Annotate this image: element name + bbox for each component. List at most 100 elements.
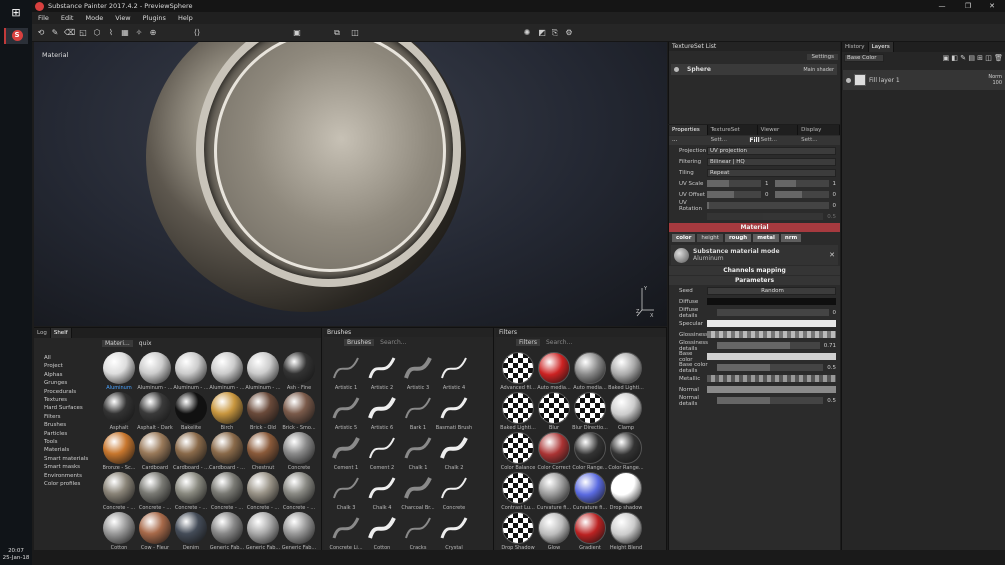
shelf-category-item[interactable]: Smart masks <box>44 463 94 471</box>
shelf-category-item[interactable]: Alphas <box>44 371 94 379</box>
textureset-shader[interactable]: Main shader <box>803 67 834 73</box>
filters-tag[interactable]: Filters <box>516 338 540 346</box>
layer-item[interactable]: Fill layer 1 Norm 100 <box>843 70 1005 90</box>
filter-thumb[interactable] <box>502 392 534 424</box>
shelf-thumb[interactable] <box>283 512 315 544</box>
normal-details-value[interactable]: 0.5 <box>827 398 836 404</box>
shelf-thumb[interactable] <box>283 432 315 464</box>
shelf-category-item[interactable]: Project <box>44 362 94 370</box>
diffuse-details-value[interactable]: 0 <box>833 310 837 316</box>
polygon-fill-icon[interactable]: ▦ <box>120 28 130 38</box>
textureset-settings-button[interactable]: Settings <box>807 53 838 60</box>
projection-select[interactable]: UV projection <box>707 146 836 155</box>
basecolor-details-slider[interactable] <box>717 364 824 371</box>
shelf-thumb[interactable] <box>283 472 315 504</box>
shelf-thumb[interactable] <box>139 472 171 504</box>
projection-icon[interactable]: ◱ <box>78 28 88 38</box>
shelf-thumb[interactable] <box>103 352 135 384</box>
metallic-map-swatch[interactable] <box>707 375 836 382</box>
shelf-category-item[interactable]: All <box>44 354 94 362</box>
channel-height-button[interactable]: height <box>697 234 723 242</box>
windows-start-icon[interactable]: ⊞ <box>8 6 24 20</box>
channel-color-button[interactable]: color <box>672 234 696 242</box>
shelf-filter-tag[interactable]: Materi... <box>102 339 133 347</box>
material-section-header[interactable]: Material <box>669 223 840 232</box>
uvscale-slider-2[interactable] <box>774 180 829 187</box>
filter-thumb[interactable] <box>574 432 606 464</box>
diffuse-details-slider[interactable] <box>717 309 829 316</box>
shelf-category-item[interactable]: Filters <box>44 413 94 421</box>
shelf-category-item[interactable]: Particles <box>44 430 94 438</box>
menu-file[interactable]: File <box>32 14 55 22</box>
uvrotation-slider[interactable] <box>707 202 829 209</box>
brush-thumb[interactable] <box>366 392 398 424</box>
brushes-tag[interactable]: Brushes <box>344 338 375 346</box>
shelf-thumb[interactable] <box>175 512 207 544</box>
shelf-category-item[interactable]: Brushes <box>44 421 94 429</box>
brush-thumb[interactable] <box>438 392 470 424</box>
menu-help[interactable]: Help <box>172 14 199 22</box>
brush-thumb[interactable] <box>402 352 434 384</box>
shelf-thumb[interactable] <box>103 512 135 544</box>
channel-rough-button[interactable]: rough <box>724 234 752 242</box>
shelf-thumb[interactable] <box>139 392 171 424</box>
uvscale-value-2[interactable]: 1 <box>833 181 837 187</box>
normal-details-slider[interactable] <box>717 397 824 404</box>
clone-icon[interactable]: ⊕ <box>148 28 158 38</box>
maximize-icon[interactable]: ❐ <box>955 0 981 12</box>
camera-icon[interactable]: ▣ <box>292 28 302 38</box>
picker-icon[interactable]: ✧ <box>134 28 144 38</box>
filter-thumb[interactable] <box>574 352 606 384</box>
filter-thumb[interactable] <box>538 392 570 424</box>
brush-thumb[interactable] <box>366 432 398 464</box>
shelf-thumb[interactable] <box>175 472 207 504</box>
taskbar-app-substance[interactable]: S <box>4 28 28 44</box>
brush-thumb[interactable] <box>366 472 398 504</box>
filter-thumb[interactable] <box>574 472 606 504</box>
filtering-select[interactable]: Bilinear | HQ <box>707 157 836 166</box>
filter-thumb[interactable] <box>538 432 570 464</box>
textureset-item[interactable]: Sphere Main shader <box>671 64 837 75</box>
shelf-thumb[interactable] <box>139 512 171 544</box>
menu-mode[interactable]: Mode <box>79 14 109 22</box>
shelf-thumb[interactable] <box>139 432 171 464</box>
shelf-thumb[interactable] <box>247 352 279 384</box>
shelf-thumb[interactable] <box>175 432 207 464</box>
settings-gear-icon[interactable]: ⚙ <box>564 28 574 38</box>
close-material-icon[interactable]: ✕ <box>829 251 835 259</box>
shelf-category-item[interactable]: Tools <box>44 438 94 446</box>
brush-thumb[interactable] <box>402 432 434 464</box>
screenshot-icon[interactable]: ◩ <box>537 28 547 38</box>
parameters-header[interactable]: Parameters <box>669 276 840 285</box>
tab-properties[interactable]: Properties ... <box>669 125 708 143</box>
glossiness-details-slider[interactable] <box>717 342 820 349</box>
shelf-thumb[interactable] <box>103 392 135 424</box>
visibility-icon[interactable] <box>674 67 679 72</box>
filter-thumb[interactable] <box>538 512 570 544</box>
filter-thumb[interactable] <box>538 472 570 504</box>
filter-thumb[interactable] <box>502 432 534 464</box>
minimize-icon[interactable]: — <box>929 0 955 12</box>
uvoffset-value-1[interactable]: 0 <box>765 192 769 198</box>
channel-select[interactable]: Base Color <box>844 54 884 62</box>
basecolor-details-value[interactable]: 0.5 <box>827 365 836 371</box>
shelf-search-input[interactable]: quix <box>139 340 152 347</box>
shelf-category-item[interactable]: Color profiles <box>44 480 94 488</box>
paint-brush-icon[interactable]: ✎ <box>50 28 60 38</box>
shelf-thumb[interactable] <box>103 432 135 464</box>
brush-thumb[interactable] <box>438 472 470 504</box>
shelf-thumb[interactable] <box>247 432 279 464</box>
glossiness-map-swatch[interactable] <box>707 331 836 338</box>
diffuse-color-swatch[interactable] <box>707 298 836 305</box>
filter-thumb[interactable] <box>538 352 570 384</box>
brush-thumb[interactable] <box>402 512 434 544</box>
shelf-thumb[interactable] <box>247 472 279 504</box>
share-icon[interactable]: ⎘ <box>550 28 560 38</box>
filter-thumb[interactable] <box>502 352 534 384</box>
geometry-mask-icon[interactable]: ⬡ <box>92 28 102 38</box>
shelf-thumb[interactable] <box>175 392 207 424</box>
filters-search-input[interactable]: Search... <box>546 339 572 346</box>
symmetry-icon[interactable]: ⟨⟩ <box>192 28 202 38</box>
filter-thumb[interactable] <box>610 432 642 464</box>
brush-thumb[interactable] <box>330 352 362 384</box>
